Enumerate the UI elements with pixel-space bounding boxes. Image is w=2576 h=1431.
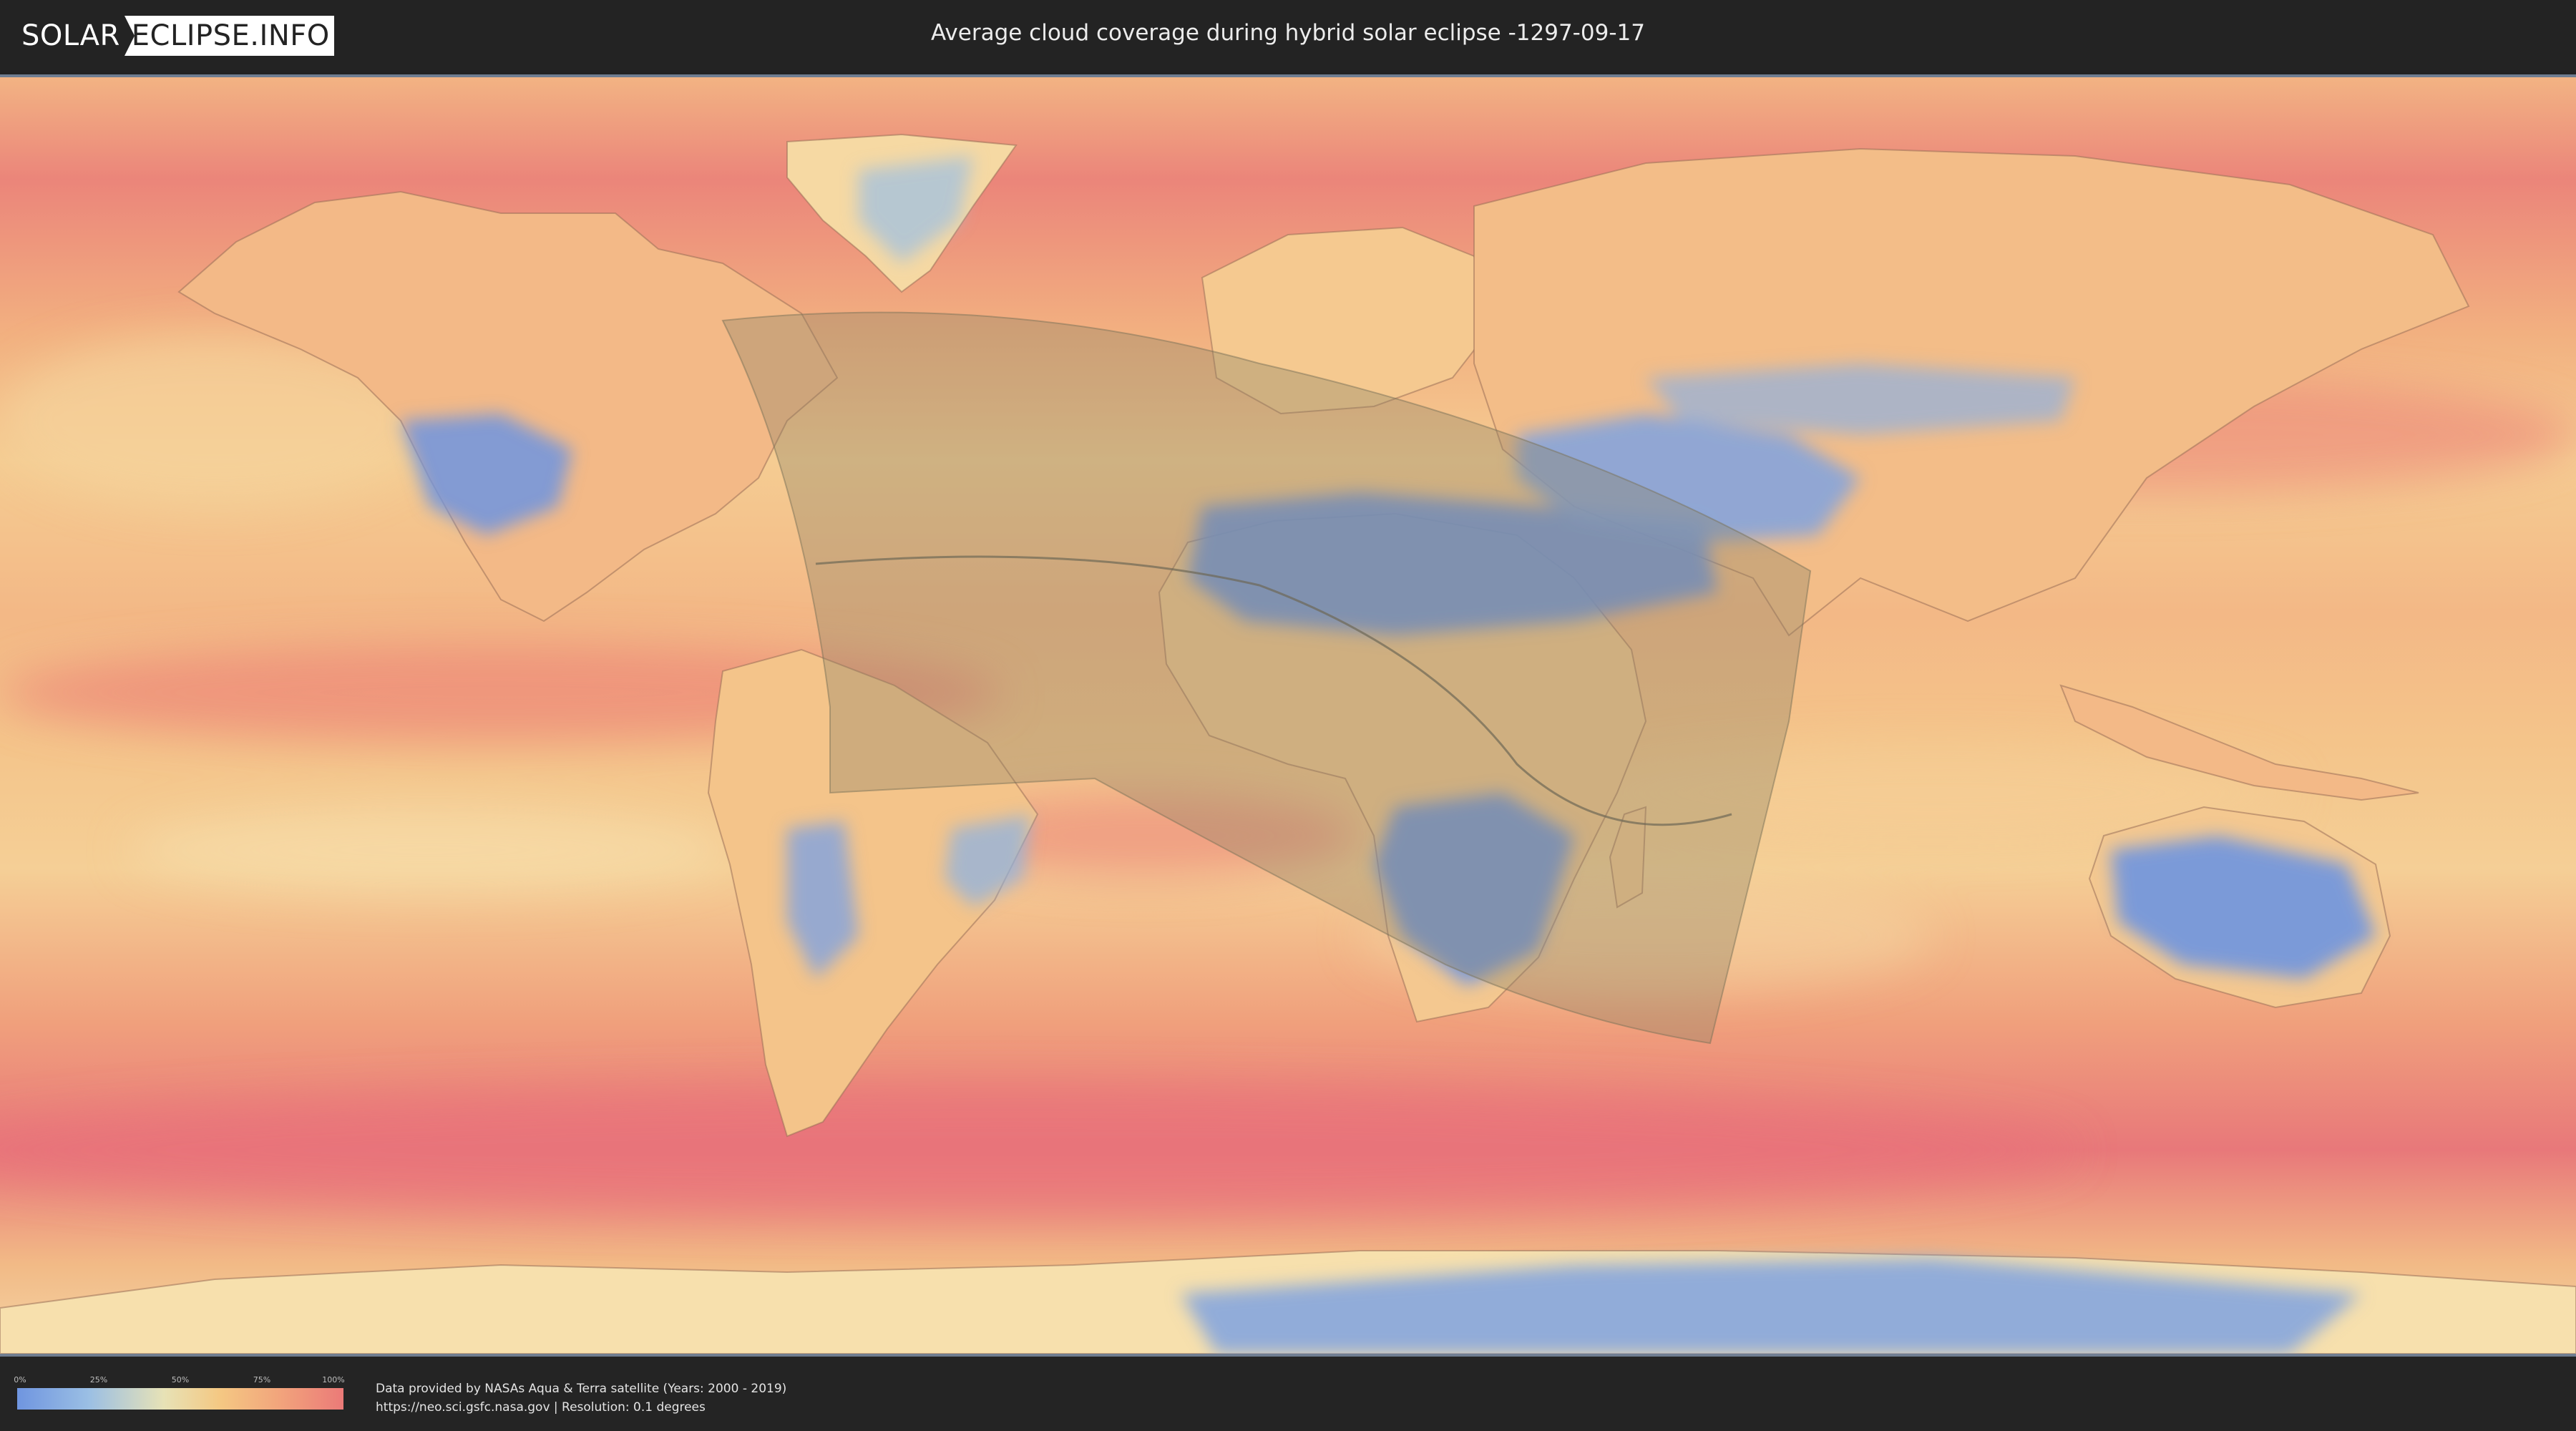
legend-ticks: 0% 25% 50% 75% 100% xyxy=(14,1375,345,1385)
world-map-svg xyxy=(0,77,2576,1354)
legend-tick-75: 75% xyxy=(253,1375,271,1384)
legend-tick-50: 50% xyxy=(171,1375,190,1384)
cloud-coverage-legend: 0% 25% 50% 75% 100% xyxy=(14,1375,345,1410)
data-credits: Data provided by NASAs Aqua & Terra sate… xyxy=(376,1379,786,1417)
header-bar: SOLAR ECLIPSE.INFO Average cloud coverag… xyxy=(0,0,2576,72)
credit-line-url: https://neo.sci.gsfc.nasa.gov | Resoluti… xyxy=(376,1400,706,1415)
legend-tick-25: 25% xyxy=(89,1375,108,1384)
credit-line-source: Data provided by NASAs Aqua & Terra sate… xyxy=(376,1382,787,1396)
legend-color-bar xyxy=(17,1388,343,1410)
legend-tick-0: 0% xyxy=(14,1375,26,1384)
cloud-coverage-map[interactable] xyxy=(0,74,2576,1357)
page-title: Average cloud coverage during hybrid sol… xyxy=(931,20,1645,46)
legend-tick-100: 100% xyxy=(322,1375,345,1384)
footer-bar: 0% 25% 50% 75% 100% Data provided by NAS… xyxy=(0,1357,2576,1431)
